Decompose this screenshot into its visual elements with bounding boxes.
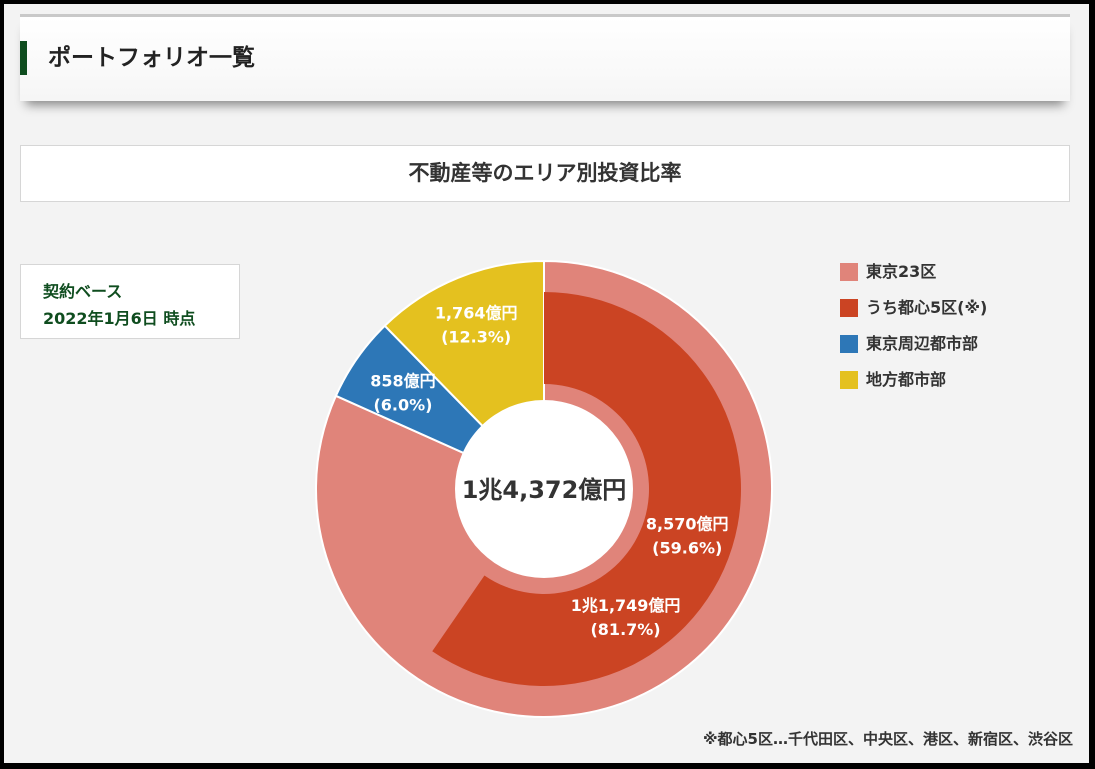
- slice-label-regional-percent: (12.3%): [441, 327, 511, 346]
- footnote: ※都心5区…千代田区、中央区、港区、新宿区、渋谷区: [702, 730, 1073, 748]
- legend-label: うち都心5区(※): [866, 298, 988, 317]
- slice-label-central5-amount: 8,570億円: [646, 515, 729, 534]
- slice-label-tokyo23-percent: (81.7%): [590, 620, 660, 639]
- slice-label-central5-percent: (59.6%): [652, 539, 722, 558]
- legend-swatch: [840, 335, 858, 353]
- legend-swatch: [840, 371, 858, 389]
- slice-label-suburbs-percent: (6.0%): [373, 396, 432, 415]
- chart-panel: ポートフォリオ一覧 不動産等のエリア別投資比率 契約ベース 2022年1月6日 …: [4, 4, 1089, 763]
- center-total-label: 1兆4,372億円: [462, 476, 627, 504]
- slice-label-tokyo23-amount: 1兆1,749億円: [571, 596, 681, 615]
- slice-label-suburbs-amount: 858億円: [370, 372, 435, 391]
- legend-swatch: [840, 263, 858, 281]
- legend-label: 地方都市部: [866, 370, 947, 389]
- slice-label-regional-amount: 1,764億円: [435, 303, 518, 322]
- legend-swatch: [840, 299, 858, 317]
- legend-label: 東京周辺都市部: [866, 334, 979, 353]
- legend-label: 東京23区: [866, 262, 937, 281]
